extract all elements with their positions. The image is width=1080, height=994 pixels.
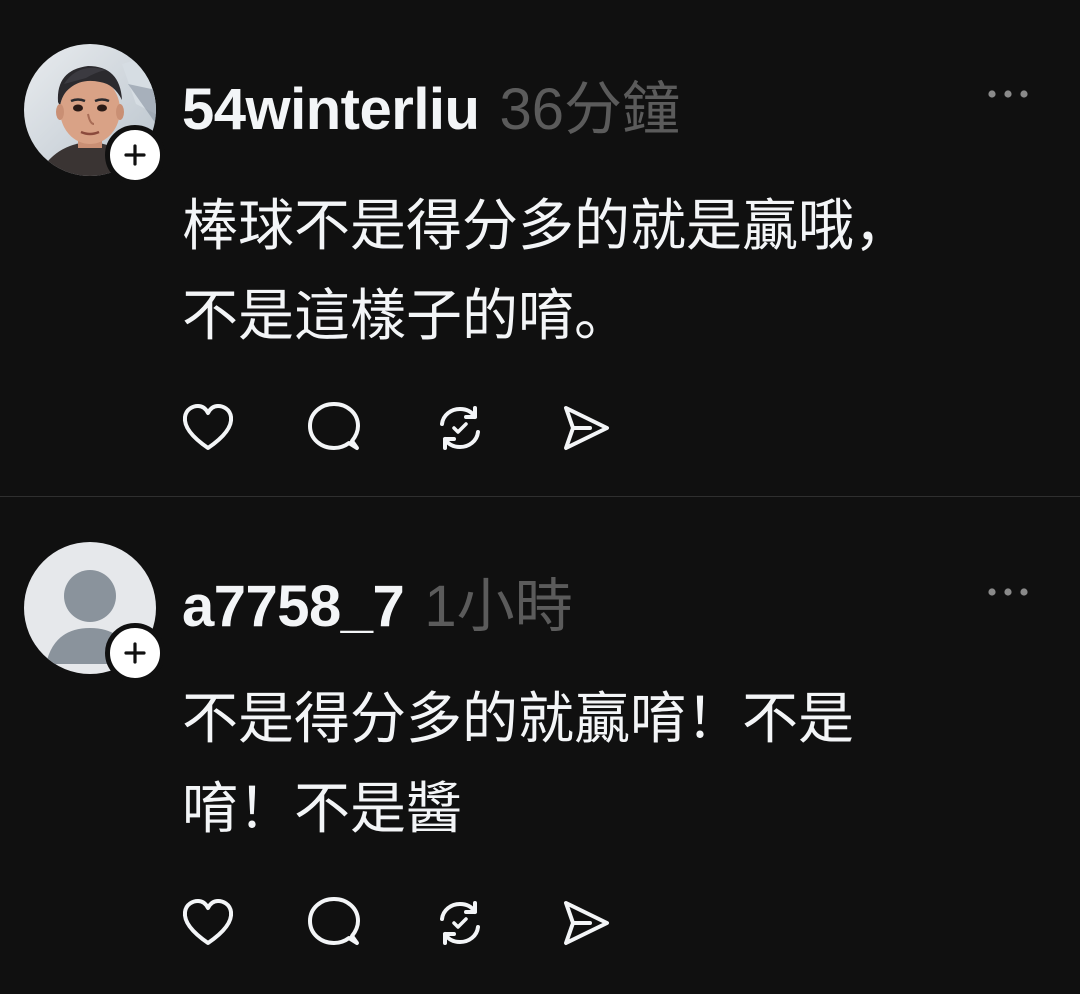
comment-button[interactable] (306, 895, 362, 951)
post-header: a7758_7 1小時 (182, 559, 573, 639)
action-bar (180, 400, 684, 456)
comment-icon (308, 897, 360, 945)
repost-icon (440, 901, 480, 945)
ellipsis-icon (988, 90, 1028, 98)
like-button[interactable] (180, 400, 236, 456)
like-button[interactable] (180, 895, 236, 951)
post-text-line: 不是得分多的就贏唷！不是 (182, 687, 854, 752)
post-text: 不是得分多的就贏唷！不是 唷！不是醬 (182, 675, 1042, 855)
share-icon (564, 901, 609, 945)
username[interactable]: 54winterliu (182, 76, 480, 143)
post[interactable]: a7758_7 1小時 不是得分多的就贏唷！不是 唷！不是醬 (0, 497, 1080, 994)
share-icon (564, 406, 609, 450)
heart-icon (182, 404, 234, 450)
avatar[interactable] (24, 44, 165, 185)
share-button[interactable] (558, 895, 614, 951)
timestamp: 36分鐘 (499, 77, 680, 142)
follow-button[interactable] (105, 125, 165, 185)
post[interactable]: 54winterliu 36分鐘 棒球不是得分多的就是贏哦， 不是這樣子的唷。 (0, 0, 1080, 496)
comment-icon (308, 402, 360, 450)
post-text-line: 唷！不是醬 (182, 777, 462, 842)
username[interactable]: a7758_7 (182, 573, 405, 640)
post-text: 棒球不是得分多的就是贏哦， 不是這樣子的唷。 (182, 182, 1042, 362)
avatar[interactable] (24, 542, 165, 683)
heart-icon (182, 899, 234, 945)
follow-button[interactable] (105, 623, 165, 683)
post-text-line: 不是這樣子的唷。 (182, 284, 630, 349)
more-options-button[interactable] (980, 578, 1036, 606)
timestamp: 1小時 (424, 574, 573, 639)
plus-icon (124, 642, 146, 664)
post-header: 54winterliu 36分鐘 (182, 62, 680, 142)
more-options-button[interactable] (980, 80, 1036, 108)
plus-icon (124, 144, 146, 166)
action-bar (180, 895, 684, 951)
comment-button[interactable] (306, 400, 362, 456)
repost-button[interactable] (432, 895, 488, 951)
ellipsis-icon (988, 588, 1028, 596)
share-button[interactable] (558, 400, 614, 456)
repost-button[interactable] (432, 400, 488, 456)
repost-icon (440, 406, 480, 450)
post-text-line: 棒球不是得分多的就是贏哦， (182, 194, 910, 259)
